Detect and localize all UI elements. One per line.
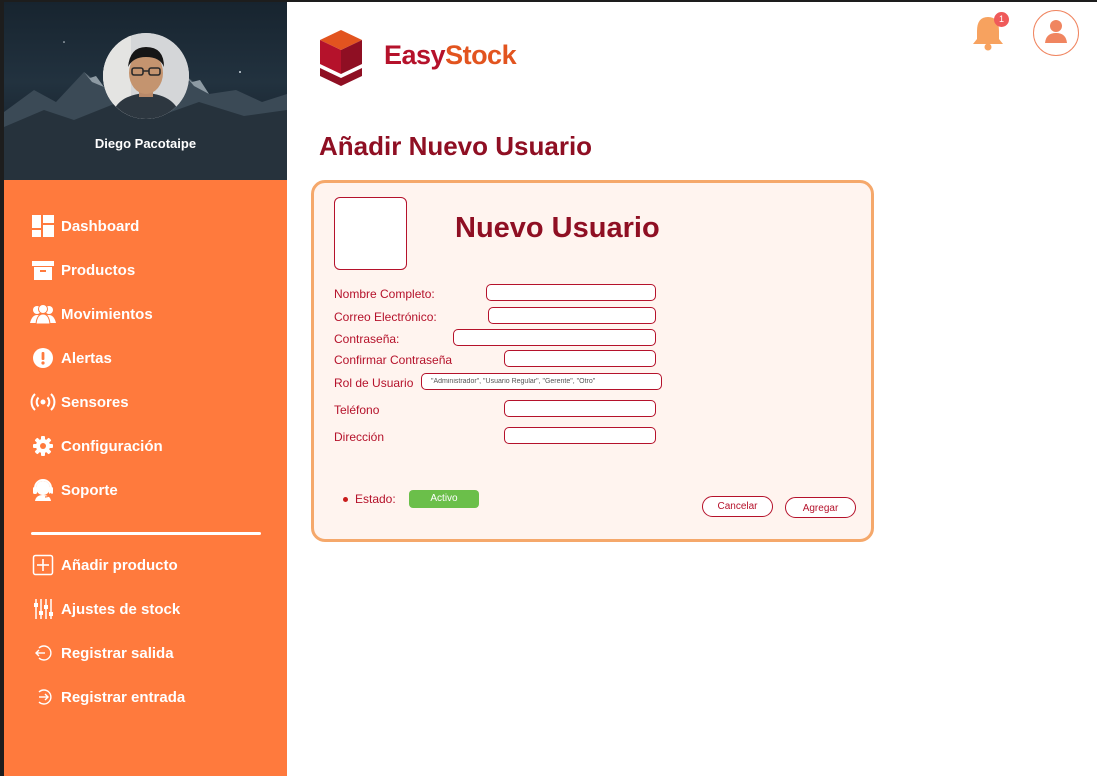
estado-bullet-icon: [343, 497, 348, 502]
nav-item-productos[interactable]: Productos: [30, 257, 270, 283]
users-icon: [30, 301, 56, 327]
telefono-input[interactable]: [504, 400, 656, 417]
nav-label: Sensores: [61, 393, 129, 411]
notification-count-badge: 1: [994, 12, 1009, 27]
user-icon: [1043, 18, 1069, 49]
form-title: Nuevo Usuario: [455, 212, 660, 244]
exit-icon: [30, 640, 56, 666]
cancel-button[interactable]: Cancelar: [702, 496, 773, 517]
direccion-input[interactable]: [504, 427, 656, 444]
confirm-password-input[interactable]: [504, 350, 656, 367]
estado-label: Estado:: [355, 492, 396, 506]
nav-label: Registrar entrada: [61, 688, 186, 706]
label-nombre-completo: Nombre Completo:: [334, 287, 435, 301]
headset-icon: [30, 477, 56, 503]
label-telefono: Teléfono: [334, 403, 380, 417]
dashboard-icon: [30, 213, 56, 239]
logo-text-stock: Stock: [445, 40, 517, 70]
alert-icon: [30, 345, 56, 371]
sliders-icon: [30, 596, 56, 622]
sidebar: Diego Pacotaipe Dashboard Productos Movi…: [4, 2, 287, 776]
nav-label: Soporte: [61, 481, 118, 499]
easystock-logo-icon: [318, 28, 364, 93]
nav-label: Movimientos: [61, 305, 153, 323]
rol-usuario-input[interactable]: [421, 373, 662, 390]
enter-icon: [30, 684, 56, 710]
profile-banner: Diego Pacotaipe: [4, 2, 287, 180]
label-direccion: Dirección: [334, 430, 385, 444]
email-input[interactable]: [488, 307, 656, 324]
page-title: Añadir Nuevo Usuario: [319, 131, 593, 161]
nav-item-movimientos[interactable]: Movimientos: [30, 301, 270, 327]
nav-label: Dashboard: [61, 217, 140, 235]
broadcast-icon: [30, 389, 56, 415]
add-user-button[interactable]: Agregar: [785, 497, 856, 518]
sidebar-divider: [31, 532, 261, 535]
nombre-completo-input[interactable]: [486, 284, 656, 301]
password-input[interactable]: [453, 329, 656, 346]
archive-box-icon: [30, 257, 56, 283]
label-rol-usuario: Rol de Usuario: [334, 376, 414, 390]
nav-item-registrar-salida[interactable]: Registrar salida: [30, 640, 270, 666]
easystock-logo-text: EasyStock: [384, 40, 517, 71]
nav-label: Registrar salida: [61, 644, 174, 662]
nav-item-soporte[interactable]: Soporte: [30, 477, 270, 503]
estado-status-toggle[interactable]: Activo: [409, 490, 479, 508]
logo-text-easy: Easy: [384, 40, 446, 70]
nav-label: Alertas: [61, 349, 112, 367]
nav-label: Configuración: [61, 437, 163, 455]
user-photo-upload[interactable]: [334, 197, 407, 270]
new-user-form-card: Nuevo Usuario Nombre Completo: Correo El…: [311, 180, 874, 542]
gear-icon: [30, 433, 56, 459]
nav-item-ajustes-stock[interactable]: Ajustes de stock: [30, 596, 270, 622]
account-avatar-button[interactable]: [1033, 10, 1079, 56]
nav-label: Ajustes de stock: [61, 600, 181, 618]
label-correo-electronico: Correo Electrónico:: [334, 310, 437, 324]
nav-item-anadir-producto[interactable]: Añadir producto: [30, 552, 270, 578]
label-confirmar-contrasena: Confirmar Contraseña: [334, 353, 453, 367]
user-avatar-photo[interactable]: [103, 33, 189, 119]
nav-item-dashboard[interactable]: Dashboard: [30, 213, 270, 239]
nav-label: Añadir producto: [61, 556, 178, 574]
nav-label: Productos: [61, 261, 136, 279]
nav-item-registrar-entrada[interactable]: Registrar entrada: [30, 684, 270, 710]
nav-item-configuracion[interactable]: Configuración: [30, 433, 270, 459]
label-contrasena: Contraseña:: [334, 332, 400, 346]
plus-box-icon: [30, 552, 56, 578]
user-name: Diego Pacotaipe: [94, 136, 197, 151]
nav-item-alertas[interactable]: Alertas: [30, 345, 270, 371]
nav-item-sensores[interactable]: Sensores: [30, 389, 270, 415]
